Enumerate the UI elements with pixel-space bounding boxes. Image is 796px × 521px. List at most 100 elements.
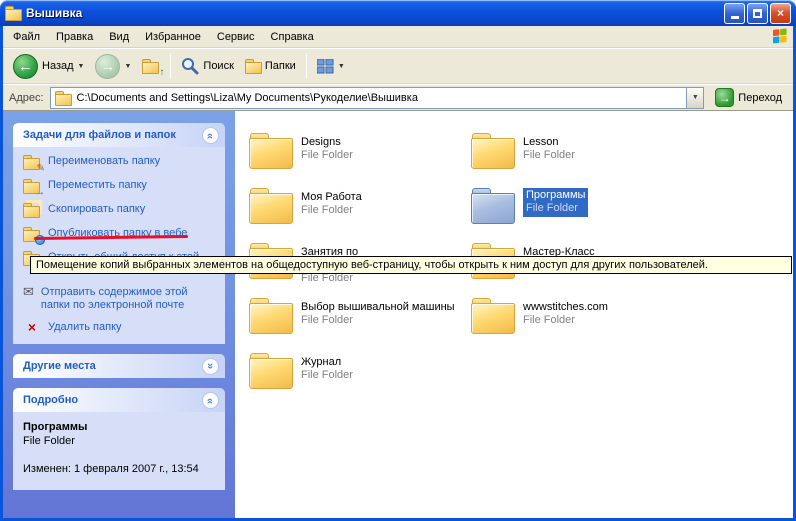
windows-logo-icon xyxy=(773,28,789,46)
file-item-zhurnal[interactable]: ЖурналFile Folder xyxy=(249,353,471,408)
address-label: Адрес: xyxy=(9,92,44,104)
menu-view[interactable]: Вид xyxy=(101,28,137,46)
file-item-vybor-mashiny[interactable]: Выбор вышивальной машиныFile Folder xyxy=(249,298,471,353)
file-item-designs[interactable]: DesignsFile Folder xyxy=(249,133,471,188)
back-dropdown-icon: ▼ xyxy=(78,63,85,70)
go-label: Переход xyxy=(738,92,782,104)
file-folder-tasks-body: ✎ Переименовать папку → Переместить папк… xyxy=(13,147,225,344)
move-folder-icon: → xyxy=(23,179,41,194)
address-input[interactable] xyxy=(75,89,683,107)
folder-icon xyxy=(471,298,515,334)
window-folder-icon xyxy=(5,6,21,20)
maximize-icon xyxy=(753,9,762,18)
task-copy-folder[interactable]: Скопировать папку xyxy=(23,203,217,218)
menu-file[interactable]: Файл xyxy=(5,28,48,46)
task-email-folder[interactable]: ✉ Отправить содержимое этой папки по эле… xyxy=(23,286,217,312)
collapse-chevron-icon[interactable]: » xyxy=(202,392,219,409)
title-bar: Вышивка × xyxy=(0,0,796,26)
details-file-type: File Folder xyxy=(23,434,215,448)
go-button[interactable]: → Переход xyxy=(710,87,787,108)
window-title: Вышивка xyxy=(26,6,719,20)
other-places-header[interactable]: Другие места » xyxy=(13,354,225,378)
file-type: File Folder xyxy=(301,314,455,327)
menu-edit[interactable]: Правка xyxy=(48,28,101,46)
details-panel: Подробно » Программы File Folder Изменен… xyxy=(13,388,225,490)
collapse-chevron-icon[interactable]: » xyxy=(202,127,219,144)
file-folder-tasks-panel: Задачи для файлов и папок » ✎ Переименов… xyxy=(13,123,225,344)
file-name: wwwstitches.com xyxy=(523,301,608,314)
search-button[interactable]: Поиск xyxy=(177,55,237,77)
file-folder-tasks-header[interactable]: Задачи для файлов и папок » xyxy=(13,123,225,147)
address-dropdown-button[interactable]: ▼ xyxy=(686,88,703,108)
file-name: Выбор вышивальной машины xyxy=(301,301,455,314)
task-delete-folder[interactable]: × Удалить папку xyxy=(23,321,217,334)
forward-button[interactable]: → ▼ xyxy=(91,52,135,81)
folder-icon xyxy=(249,298,293,334)
file-item-programmy-selected[interactable]: ПрограммыFile Folder xyxy=(471,188,693,243)
file-name: Designs xyxy=(301,136,353,149)
file-item-wwwstitches[interactable]: wwwstitches.comFile Folder xyxy=(471,298,693,353)
file-type: File Folder xyxy=(301,204,362,217)
details-file-name: Программы xyxy=(23,420,215,434)
folder-icon xyxy=(249,188,293,224)
task-label: Переместить папку xyxy=(48,179,147,192)
menu-bar: Файл Правка Вид Избранное Сервис Справка xyxy=(3,26,793,48)
rename-folder-icon: ✎ xyxy=(23,155,41,170)
expand-chevron-icon[interactable]: » xyxy=(202,358,219,375)
folder-icon xyxy=(249,133,293,169)
minimize-icon xyxy=(731,16,739,19)
file-name: Программы xyxy=(526,189,585,202)
explorer-window: Вышивка × Файл Правка Вид Избранное Серв… xyxy=(0,0,796,521)
search-label: Поиск xyxy=(203,60,233,72)
folders-label: Папки xyxy=(265,60,296,72)
toolbar-separator xyxy=(306,54,307,78)
minimize-button[interactable] xyxy=(724,3,745,24)
folder-icon xyxy=(249,353,293,389)
menu-tools[interactable]: Сервис xyxy=(209,28,263,46)
back-button[interactable]: ← Назад ▼ xyxy=(9,52,88,81)
up-button[interactable]: ↑ xyxy=(138,57,164,76)
file-type: File Folder xyxy=(526,202,585,215)
task-label: Скопировать папку xyxy=(48,203,145,216)
search-icon xyxy=(181,57,199,75)
delete-folder-icon: × xyxy=(23,321,41,334)
folders-icon xyxy=(245,59,261,73)
file-type: File Folder xyxy=(301,149,353,162)
forward-dropdown-icon: ▼ xyxy=(124,63,131,70)
details-header[interactable]: Подробно » xyxy=(13,388,225,412)
task-label: Удалить папку xyxy=(48,321,122,334)
task-pane: Задачи для файлов и папок » ✎ Переименов… xyxy=(3,111,235,518)
file-name: Журнал xyxy=(301,356,353,369)
copy-folder-icon xyxy=(23,203,41,218)
file-list-area: DesignsFile Folder LessonFile Folder Моя… xyxy=(235,111,793,518)
file-type: File Folder xyxy=(301,369,353,382)
close-button[interactable]: × xyxy=(770,3,791,24)
views-dropdown-icon: ▼ xyxy=(338,63,345,70)
back-arrow-icon: ← xyxy=(13,54,38,79)
toolbar-separator xyxy=(170,54,171,78)
task-label: Отправить содержимое этой папки по элект… xyxy=(41,286,217,312)
details-modified-date: Изменен: 1 февраля 2007 г., 13:54 xyxy=(23,462,215,476)
folders-button[interactable]: Папки xyxy=(241,57,300,75)
menu-help[interactable]: Справка xyxy=(263,28,322,46)
back-label: Назад xyxy=(42,60,74,72)
menu-favorites[interactable]: Избранное xyxy=(137,28,209,46)
file-item-moya-rabota[interactable]: Моя РаботаFile Folder xyxy=(249,188,471,243)
folder-icon-selected xyxy=(471,188,515,224)
maximize-button[interactable] xyxy=(747,3,768,24)
views-button[interactable]: ▼ xyxy=(313,57,349,76)
address-combobox: ▼ xyxy=(50,87,705,109)
details-body: Программы File Folder Изменен: 1 февраля… xyxy=(13,412,225,490)
standard-buttons-toolbar: ← Назад ▼ → ▼ ↑ Поиск Папки xyxy=(3,48,793,84)
panel-title: Задачи для файлов и папок xyxy=(23,129,176,141)
address-bar: Адрес: ▼ → Переход xyxy=(3,84,793,111)
tooltip: Помещение копий выбранных элементов на о… xyxy=(30,256,792,274)
other-places-panel: Другие места » xyxy=(13,354,225,378)
folder-icon xyxy=(471,133,515,169)
file-item-lesson[interactable]: LessonFile Folder xyxy=(471,133,693,188)
file-type: File Folder xyxy=(523,314,608,327)
task-rename-folder[interactable]: ✎ Переименовать папку xyxy=(23,155,217,170)
views-icon xyxy=(317,59,334,74)
task-move-folder[interactable]: → Переместить папку xyxy=(23,179,217,194)
address-folder-icon xyxy=(55,91,71,105)
